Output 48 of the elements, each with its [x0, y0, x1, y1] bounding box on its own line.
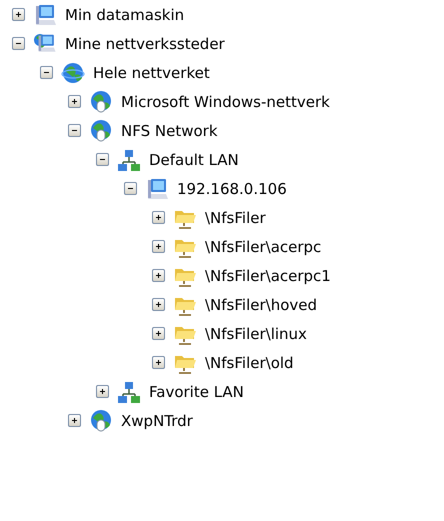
- expand-button[interactable]: [152, 269, 165, 282]
- expand-button[interactable]: [152, 327, 165, 340]
- tree-item-label[interactable]: \NfsFiler: [203, 208, 268, 228]
- network-computers-icon: [117, 148, 141, 172]
- tree-item-label[interactable]: \NfsFiler\acerpc: [203, 236, 324, 256]
- expand-button[interactable]: [68, 95, 81, 108]
- collapse-button[interactable]: [40, 66, 53, 79]
- tree-item-label[interactable]: Default LAN: [147, 150, 241, 170]
- tree-item-label[interactable]: Microsoft Windows-nettverk: [119, 92, 332, 112]
- plus-icon: [153, 328, 164, 339]
- expand-button[interactable]: [152, 298, 165, 311]
- tree-item-label[interactable]: NFS Network: [119, 120, 220, 140]
- plus-icon: [69, 96, 80, 107]
- plus-icon: [153, 357, 164, 368]
- computer-icon: [33, 2, 57, 26]
- globe-mouse-icon: [89, 118, 113, 142]
- computer-icon: [145, 176, 169, 200]
- plus-icon: [69, 415, 80, 426]
- plus-icon: [153, 299, 164, 310]
- collapse-button[interactable]: [96, 153, 109, 166]
- globe-mouse-icon: [89, 408, 113, 432]
- network-computers-icon: [117, 380, 141, 404]
- plus-icon: [13, 9, 24, 20]
- expand-button[interactable]: [152, 240, 165, 253]
- tree-item-label[interactable]: \NfsFiler\old: [203, 352, 296, 372]
- tree-item-label[interactable]: Favorite LAN: [147, 382, 246, 402]
- collapse-button[interactable]: [68, 124, 81, 137]
- plus-icon: [97, 386, 108, 397]
- tree-item-label[interactable]: 192.168.0.106: [175, 178, 289, 198]
- tree-item-label[interactable]: \NfsFiler\acerpc1: [203, 266, 333, 286]
- globe-icon: [61, 60, 85, 84]
- expand-button[interactable]: [68, 414, 81, 427]
- globe-mouse-icon: [89, 90, 113, 114]
- expand-button[interactable]: [12, 8, 25, 21]
- tree-item-label[interactable]: XwpNTrdr: [119, 410, 195, 430]
- plus-icon: [153, 270, 164, 281]
- expand-button[interactable]: [152, 356, 165, 369]
- plus-icon: [153, 241, 164, 252]
- tree-item-label[interactable]: Min datamaskin: [63, 4, 186, 24]
- tree-item-label[interactable]: Mine nettverkssteder: [63, 34, 227, 54]
- expand-button[interactable]: [152, 211, 165, 224]
- tree-item-label[interactable]: Hele nettverket: [91, 62, 212, 82]
- tree-item-label[interactable]: \NfsFiler\linux: [203, 324, 309, 344]
- plus-icon: [153, 212, 164, 223]
- expand-button[interactable]: [96, 385, 109, 398]
- collapse-button[interactable]: [124, 182, 137, 195]
- tree-item-label[interactable]: \NfsFiler\hoved: [203, 294, 320, 314]
- collapse-button[interactable]: [12, 37, 25, 50]
